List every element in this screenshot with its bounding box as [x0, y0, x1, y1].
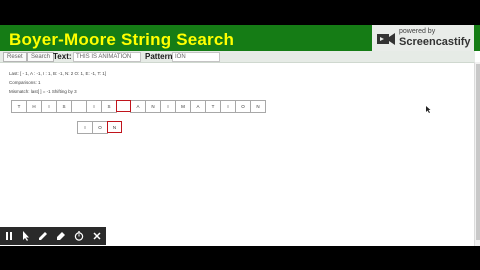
logo-tagline: powered by — [399, 28, 436, 35]
camera-logo-icon — [377, 33, 395, 45]
text-cell-13: T — [205, 100, 221, 113]
mismatch-status: Mismatch: last[ ] = -1 Shifting by 3 — [9, 89, 77, 94]
text-cell-5: I — [86, 100, 102, 113]
pattern-input[interactable]: ION — [172, 52, 220, 62]
text-cell-7 — [116, 100, 131, 112]
text-cell-0: T — [11, 100, 27, 113]
screencastify-toolbar — [0, 227, 106, 245]
page-title: Boyer-Moore String Search — [9, 30, 235, 49]
pattern-cells-row: ION — [77, 121, 122, 134]
text-cell-16: N — [250, 100, 266, 113]
text-input[interactable]: THIS IS ANIMATION — [73, 52, 141, 62]
text-cell-8: A — [130, 100, 146, 113]
last-table-line: Last: [ - 1, A : -1, I : 1, B: -1, N: 2 … — [9, 71, 106, 76]
screencastify-logo: powered by Screencastify — [372, 25, 474, 53]
pattern-cell-0: I — [77, 121, 93, 134]
text-cell-3: S — [56, 100, 72, 113]
text-cells-row: THISISANIMATION — [11, 100, 266, 113]
text-cell-11: M — [175, 100, 191, 113]
pattern-cell-2: N — [107, 121, 122, 133]
comparisons-count: Comparisons: 1 — [9, 80, 41, 85]
mouse-cursor-icon — [426, 106, 431, 113]
pause-icon[interactable] — [4, 231, 14, 241]
scrollbar-thumb[interactable] — [476, 64, 480, 240]
highlighter-icon[interactable] — [56, 231, 66, 241]
text-cell-1: H — [26, 100, 42, 113]
text-cell-4 — [71, 100, 87, 113]
text-cell-15: O — [235, 100, 251, 113]
logo-name: Screencastify — [399, 36, 471, 48]
search-button[interactable]: Search — [27, 52, 55, 62]
text-cell-2: I — [41, 100, 57, 113]
text-label: Text: — [53, 52, 72, 61]
text-cell-10: I — [160, 100, 176, 113]
pen-icon[interactable] — [38, 231, 48, 241]
vertical-scrollbar[interactable] — [474, 62, 480, 246]
text-cell-9: N — [145, 100, 161, 113]
pattern-label: Pattern: — [145, 52, 176, 61]
text-cell-14: I — [220, 100, 236, 113]
timer-icon[interactable] — [74, 231, 84, 241]
pointer-icon[interactable] — [21, 231, 31, 241]
reset-button[interactable]: Reset — [3, 52, 27, 62]
close-icon[interactable] — [92, 231, 102, 241]
text-cell-6: S — [101, 100, 117, 113]
pattern-cell-1: O — [92, 121, 108, 134]
text-cell-12: A — [190, 100, 206, 113]
toolbar: Reset Search Text: THIS IS ANIMATION Pat… — [0, 51, 475, 63]
